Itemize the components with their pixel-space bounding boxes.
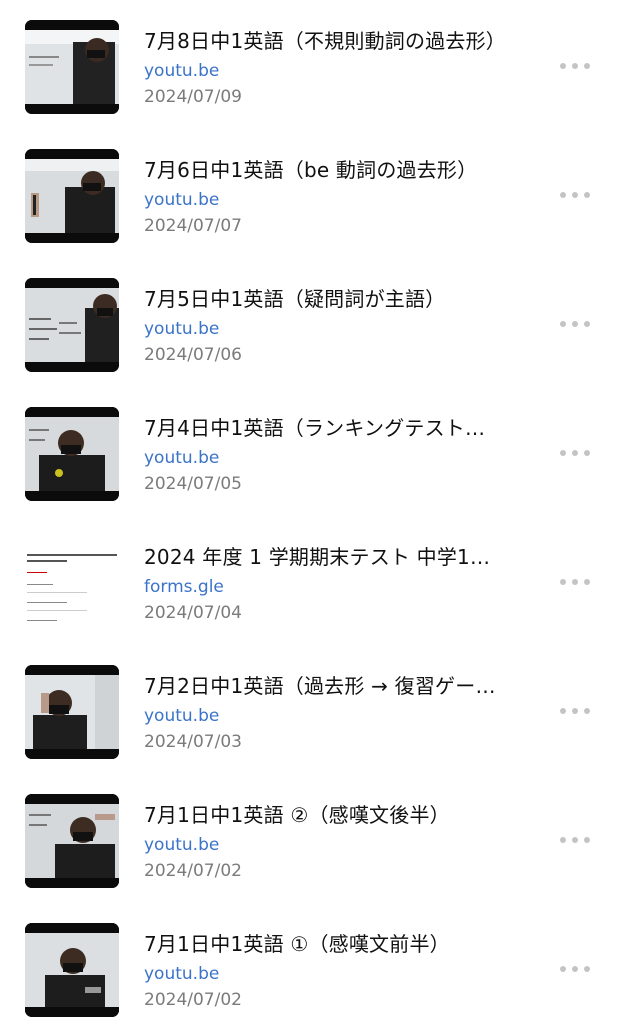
list-item[interactable]: 7月6日中1英語（be 動詞の過去形） youtu.be 2024/07/07 — [0, 129, 620, 258]
item-date: 2024/07/03 — [144, 732, 242, 752]
list-item[interactable]: 7月1日中1英語 ②（感嘆文後半） youtu.be 2024/07/02 — [0, 774, 620, 903]
item-title[interactable]: 7月4日中1英語（ランキングテスト… — [144, 415, 544, 441]
item-domain: youtu.be — [144, 448, 220, 468]
list-item[interactable]: 7月2日中1英語（過去形 → 復習ゲー… youtu.be 2024/07/03 — [0, 645, 620, 774]
item-domain: youtu.be — [144, 835, 220, 855]
video-thumbnail-image — [25, 149, 119, 243]
more-options-icon[interactable] — [560, 56, 590, 76]
video-thumbnail[interactable] — [25, 407, 119, 501]
video-thumbnail-image — [25, 794, 119, 888]
video-thumbnail-image — [25, 20, 119, 114]
list-item[interactable]: 7月8日中1英語（不規則動詞の過去形） youtu.be 2024/07/09 — [0, 0, 620, 129]
video-thumbnail-image — [25, 407, 119, 501]
video-thumbnail-image — [25, 278, 119, 372]
video-thumbnail[interactable] — [25, 665, 119, 759]
item-title[interactable]: 7月2日中1英語（過去形 → 復習ゲー… — [144, 673, 544, 699]
item-domain: youtu.be — [144, 61, 220, 81]
video-thumbnail[interactable] — [25, 923, 119, 1017]
video-thumbnail[interactable] — [25, 794, 119, 888]
item-date: 2024/07/02 — [144, 990, 242, 1010]
list-item[interactable]: 7月1日中1英語 ①（感嘆文前半） youtu.be 2024/07/02 — [0, 903, 620, 1024]
more-options-icon[interactable] — [560, 830, 590, 850]
item-date: 2024/07/02 — [144, 861, 242, 881]
more-options-icon[interactable] — [560, 185, 590, 205]
video-thumbnail[interactable] — [25, 278, 119, 372]
item-title[interactable]: 7月5日中1英語（疑問詞が主語） — [144, 286, 544, 312]
item-domain: youtu.be — [144, 964, 220, 984]
video-thumbnail[interactable] — [25, 149, 119, 243]
form-thumbnail-image — [25, 536, 119, 630]
more-options-icon[interactable] — [560, 572, 590, 592]
list-item[interactable]: 7月4日中1英語（ランキングテスト… youtu.be 2024/07/05 — [0, 387, 620, 516]
item-title[interactable]: 7月8日中1英語（不規則動詞の過去形） — [144, 28, 544, 54]
item-date: 2024/07/04 — [144, 603, 242, 623]
list-item[interactable]: 2024 年度 1 学期期末テスト 中学1… forms.gle 2024/07… — [0, 516, 620, 645]
item-date: 2024/07/07 — [144, 216, 242, 236]
item-domain: youtu.be — [144, 706, 220, 726]
item-title[interactable]: 7月1日中1英語 ①（感嘆文前半） — [144, 931, 544, 957]
more-options-icon[interactable] — [560, 959, 590, 979]
video-thumbnail[interactable] — [25, 20, 119, 114]
item-domain: forms.gle — [144, 577, 224, 597]
more-options-icon[interactable] — [560, 314, 590, 334]
item-domain: youtu.be — [144, 319, 220, 339]
item-title[interactable]: 7月6日中1英語（be 動詞の過去形） — [144, 157, 544, 183]
video-thumbnail-image — [25, 923, 119, 1017]
item-title[interactable]: 2024 年度 1 学期期末テスト 中学1… — [144, 544, 544, 570]
link-list: 7月8日中1英語（不規則動詞の過去形） youtu.be 2024/07/09 … — [0, 0, 620, 1024]
item-date: 2024/07/06 — [144, 345, 242, 365]
list-item[interactable]: 7月5日中1英語（疑問詞が主語） youtu.be 2024/07/06 — [0, 258, 620, 387]
item-title[interactable]: 7月1日中1英語 ②（感嘆文後半） — [144, 802, 544, 828]
item-date: 2024/07/09 — [144, 87, 242, 107]
item-date: 2024/07/05 — [144, 474, 242, 494]
form-thumbnail[interactable] — [25, 536, 119, 630]
video-thumbnail-image — [25, 665, 119, 759]
more-options-icon[interactable] — [560, 701, 590, 721]
more-options-icon[interactable] — [560, 443, 590, 463]
item-domain: youtu.be — [144, 190, 220, 210]
